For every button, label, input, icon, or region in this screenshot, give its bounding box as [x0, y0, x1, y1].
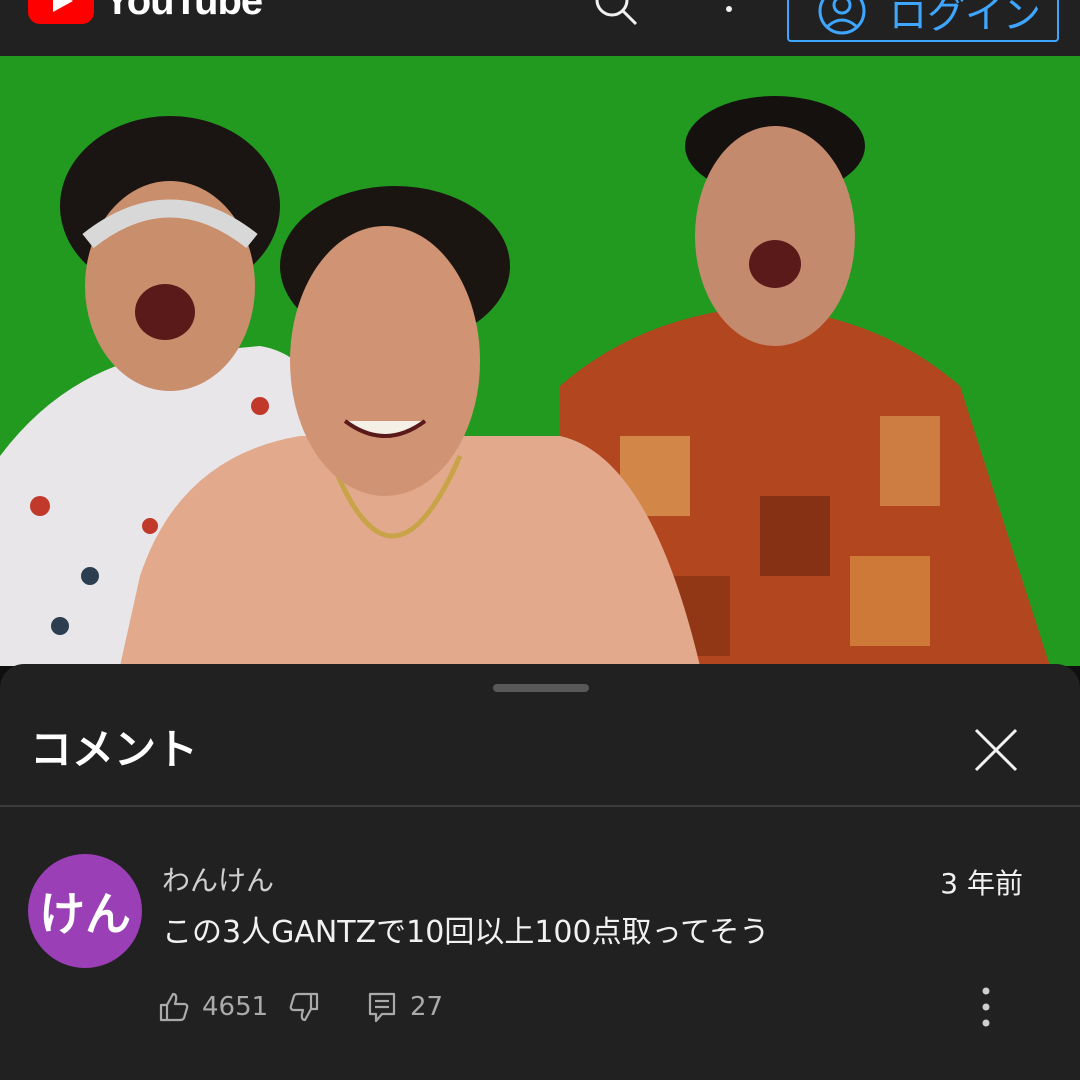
comments-sheet: コメント けん わんけん 3 年前 この3人GANTZで10回以上100点取って… [0, 664, 1080, 1080]
top-app-bar: YouTube ログイン [0, 0, 1080, 56]
right-person-face [695, 126, 855, 346]
comment-actions: 4651 27 [158, 987, 443, 1027]
video-player[interactable] [0, 56, 1080, 666]
comment-text: この3人GANTZで10回以上100点取ってそう [162, 915, 770, 950]
more-options-button[interactable] [714, 0, 744, 24]
reply-count: 27 [410, 992, 444, 1022]
signin-button[interactable]: ログイン [787, 0, 1059, 42]
reply-icon [368, 992, 396, 1023]
more-vert-icon [726, 6, 732, 12]
reply-button[interactable] [366, 991, 398, 1023]
avatar[interactable]: けん [28, 854, 142, 968]
more-vert-icon [982, 987, 990, 1027]
account-icon [818, 0, 866, 35]
close-icon [974, 728, 1018, 772]
comment-more-button[interactable] [972, 985, 1000, 1029]
center-person-face [290, 226, 480, 496]
signin-label: ログイン [889, 0, 1042, 37]
comment-timestamp: 3 年前 [940, 867, 1023, 900]
thumbs-down-icon [289, 992, 319, 1022]
dislike-button[interactable] [288, 991, 320, 1023]
like-count: 4651 [202, 992, 269, 1022]
logo-text: YouTube [104, 0, 263, 23]
thumbs-up-icon [159, 992, 189, 1022]
youtube-logo[interactable]: YouTube [28, 0, 263, 24]
comment-item: けん わんけん 3 年前 この3人GANTZで10回以上100点取ってそう 46… [0, 807, 1080, 1080]
sheet-title: コメント [30, 725, 199, 774]
close-button[interactable] [968, 722, 1024, 778]
youtube-logo-icon [28, 0, 94, 24]
comment-author[interactable]: わんけん [162, 859, 274, 899]
video-frame-image [0, 56, 1080, 666]
search-icon [595, 0, 638, 26]
drag-handle[interactable] [493, 684, 589, 692]
like-button[interactable] [158, 991, 190, 1023]
search-button[interactable] [590, 0, 642, 30]
